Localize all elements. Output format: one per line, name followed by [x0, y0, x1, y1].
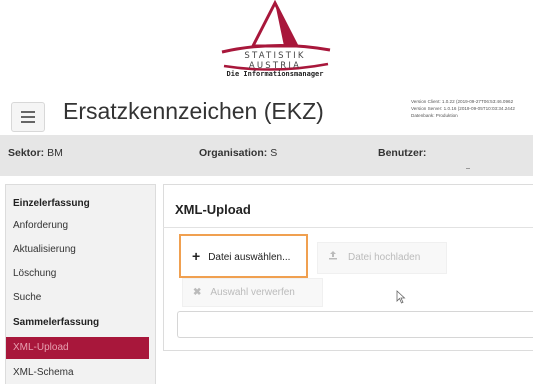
version-client: Version Client: 1.0.22 (2019-09-27T06:53…: [411, 99, 514, 104]
selected-file-field[interactable]: [177, 311, 533, 338]
upload-icon: [328, 243, 338, 273]
page-title: Ersatzkennzeichen (EKZ): [63, 98, 324, 124]
organisation-label: Organisation:: [199, 147, 268, 159]
sidebar-section-sammelerfassung: Sammelerfassung: [13, 317, 100, 328]
database-info: Datenbank: Produktion: [411, 113, 458, 118]
sidebar-section-einzelerfassung: Einzelerfassung: [13, 198, 90, 209]
sidebar-nav: Einzelerfassung Anforderung Aktualisieru…: [5, 184, 156, 384]
logo-tagline: Die Informationsmanager: [226, 70, 324, 78]
logo-wordmark: STATISTIK AUSTRIA: [244, 51, 306, 71]
sidebar-item-anforderung[interactable]: Anforderung: [6, 215, 155, 237]
sektor-label: Sektor:: [8, 147, 45, 159]
organisation-info: Organisation: S: [199, 147, 277, 159]
sidebar-item-suche[interactable]: Suche: [6, 287, 155, 309]
sidebar-item-xml-upload[interactable]: XML-Upload: [6, 337, 149, 359]
sidebar-item-loeschung[interactable]: Löschung: [6, 263, 155, 285]
panel-divider: [163, 227, 533, 228]
x-icon: ✖: [193, 287, 202, 298]
panel-title: XML-Upload: [175, 202, 251, 217]
hamburger-menu-icon[interactable]: [11, 102, 45, 132]
sidebar-item-aktualisierung[interactable]: Aktualisierung: [6, 239, 155, 261]
choose-file-button[interactable]: + Datei auswählen...: [179, 234, 308, 278]
organisation-value: S: [270, 147, 278, 159]
upload-file-button[interactable]: Datei hochladen: [317, 242, 447, 274]
benutzer-info: Benutzer:: [378, 147, 426, 159]
sidebar-item-xml-schema[interactable]: XML-Schema: [6, 362, 155, 384]
discard-selection-button[interactable]: ✖ Auswahl verwerfen: [182, 278, 323, 307]
mouse-cursor-icon: [396, 290, 406, 304]
plus-icon: +: [192, 248, 201, 264]
version-server: Version Server: 1.0.16 (2019-09-05T10:03…: [411, 106, 515, 111]
discard-selection-label: Auswahl verwerfen: [210, 287, 295, 298]
sektor-info: Sektor: BM: [8, 147, 63, 159]
version-info: Version Client: 1.0.22 (2019-09-27T06:53…: [411, 98, 515, 119]
benutzer-label: Benutzer:: [378, 147, 427, 159]
benutzer-underline: [466, 168, 470, 169]
sektor-value: BM: [47, 147, 63, 159]
choose-file-label: Datei auswählen...: [208, 252, 291, 263]
upload-file-label: Datei hochladen: [348, 252, 421, 263]
